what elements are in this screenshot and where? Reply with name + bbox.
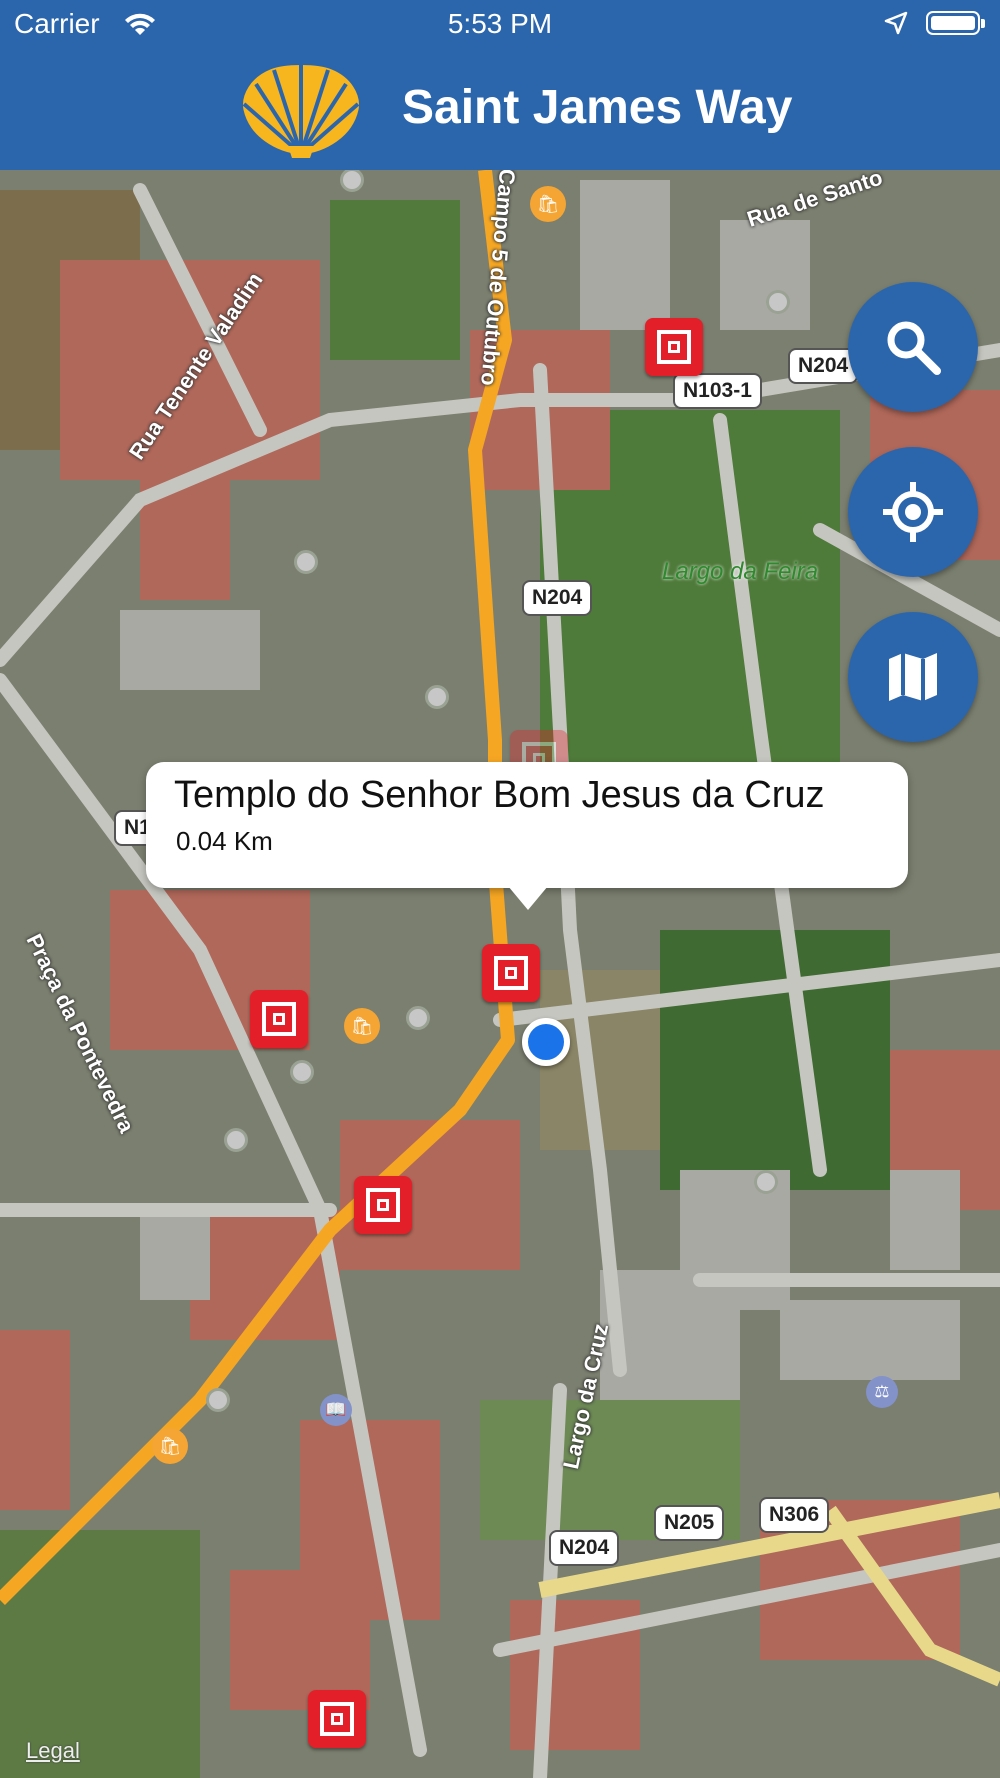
poi-dot[interactable] [406, 1006, 430, 1030]
map-view[interactable]: N204 N103-1 N204 N103-1 N205 N306 N204 R… [0, 170, 1000, 1778]
user-location-marker [522, 1018, 570, 1066]
poi-marker-icon[interactable] [354, 1176, 412, 1234]
scallop-shell-icon [236, 58, 366, 165]
poi-marker-icon[interactable] [482, 944, 540, 1002]
poi-dot[interactable] [294, 550, 318, 574]
shopping-bag-icon[interactable]: 🛍 [530, 186, 566, 222]
search-icon [887, 321, 941, 375]
search-button[interactable] [848, 282, 978, 412]
courthouse-icon[interactable]: ⚖ [866, 1376, 898, 1408]
road-label-n205: N205 [654, 1505, 725, 1541]
poi-marker-icon[interactable] [250, 990, 308, 1048]
locate-me-button[interactable] [848, 447, 978, 577]
road-label-n306: N306 [759, 1497, 830, 1533]
poi-dot[interactable] [290, 1060, 314, 1084]
poi-marker-icon[interactable] [308, 1690, 366, 1748]
app-header: Saint James Way [0, 50, 1000, 170]
battery-icon [926, 11, 985, 35]
location-arrow-icon [884, 10, 908, 42]
legal-link[interactable]: Legal [26, 1738, 80, 1764]
road-label-n103-1: N103-1 [673, 373, 762, 409]
shopping-bag-icon[interactable]: 🛍 [344, 1008, 380, 1044]
library-icon[interactable]: 📖 [320, 1394, 352, 1426]
poi-callout[interactable]: Templo do Senhor Bom Jesus da Cruz 0.04 … [146, 762, 908, 910]
road-label-n204: N204 [522, 580, 593, 616]
status-bar: Carrier 5:53 PM [0, 0, 1000, 50]
poi-distance: 0.04 Km [176, 826, 273, 856]
poi-dot[interactable] [754, 1170, 778, 1194]
poi-dot[interactable] [766, 290, 790, 314]
poi-dot[interactable] [206, 1388, 230, 1412]
poi-name: Templo do Senhor Bom Jesus da Cruz [174, 774, 825, 816]
map-icon [889, 653, 937, 701]
poi-dot[interactable] [425, 685, 449, 709]
map-type-button[interactable] [848, 612, 978, 742]
church-pin-icon[interactable] [645, 318, 703, 376]
poi-dot[interactable] [224, 1128, 248, 1152]
app-title: Saint James Way [402, 81, 793, 134]
clock: 5:53 PM [447, 8, 553, 39]
road-label-n204: N204 [549, 1530, 620, 1566]
crosshair-icon [883, 482, 943, 542]
shopping-bag-icon[interactable]: 🛍 [152, 1428, 188, 1464]
area-label: Largo da Feira [662, 558, 819, 585]
